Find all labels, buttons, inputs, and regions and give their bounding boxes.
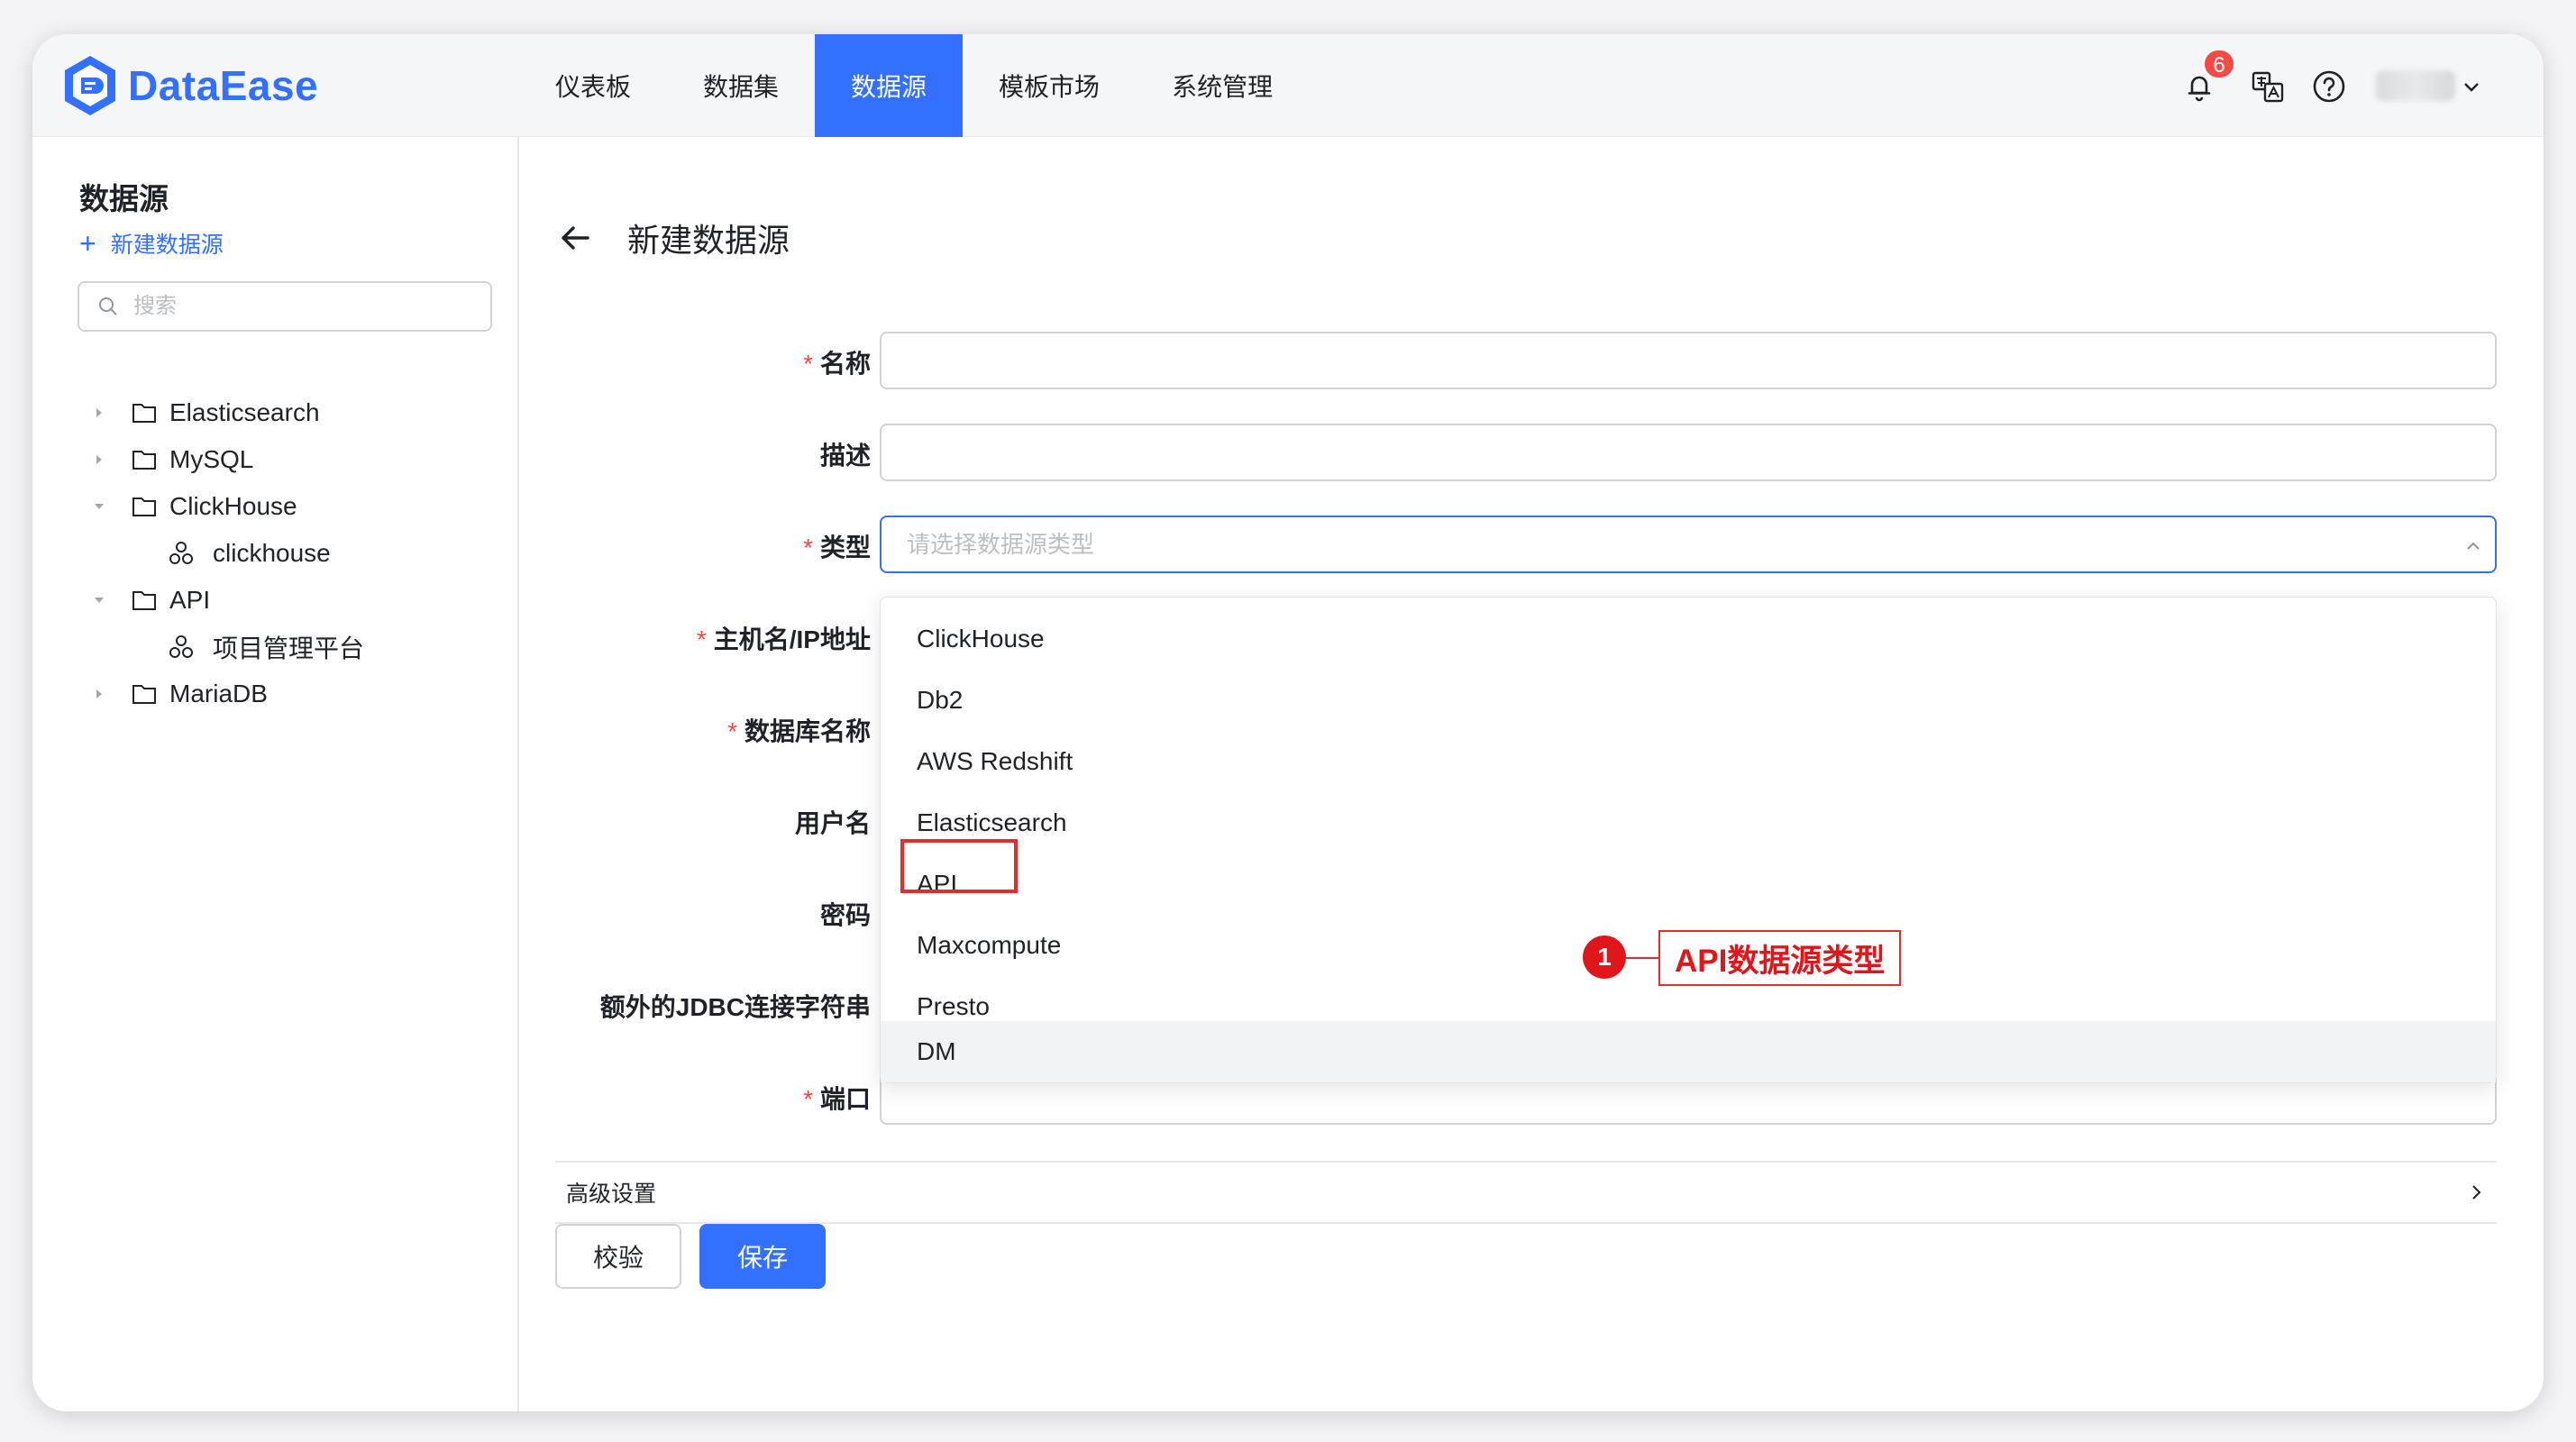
- nav-dataset[interactable]: 数据集: [667, 34, 815, 137]
- app-name: DataEase: [128, 62, 319, 109]
- tree-item-label: MariaDB: [169, 680, 268, 707]
- name-label: * 名称: [803, 350, 871, 378]
- nav-dashboard[interactable]: 仪表板: [519, 34, 667, 137]
- nav-datasource[interactable]: 数据源: [815, 34, 964, 137]
- datasource-node-icon: [169, 635, 193, 658]
- tree-item-label: API: [169, 586, 211, 614]
- tree-item-mysql[interactable]: MySQL: [92, 440, 253, 479]
- caret-down-icon[interactable]: [92, 593, 106, 607]
- dataease-logo-icon: [65, 56, 115, 115]
- new-datasource-label: 新建数据源: [110, 233, 224, 258]
- new-datasource-button[interactable]: + 新建数据源: [79, 227, 224, 260]
- caret-down-icon[interactable]: [92, 499, 106, 514]
- top-nav-bar: DataEase 仪表板 数据集 数据源 模板市场 系统管理 6: [32, 34, 2544, 137]
- page-title: 新建数据源: [627, 222, 790, 259]
- tree-item-label: ClickHouse: [169, 492, 297, 520]
- advanced-settings-label: 高级设置: [566, 1182, 657, 1207]
- tree-item-project-platform[interactable]: 项目管理平台: [168, 627, 364, 667]
- required-marker: *: [803, 534, 813, 561]
- main-content: 新建数据源 *名称 描述 *类型 *主机名/IP地址 *数据库名称: [519, 137, 2544, 1411]
- app-logo[interactable]: DataEase: [61, 52, 318, 119]
- tree-item-elasticsearch[interactable]: Elasticsearch: [92, 393, 320, 433]
- chevron-up-icon: [2467, 542, 2480, 550]
- caret-right-icon[interactable]: [92, 687, 106, 701]
- chevron-right-icon: [2472, 1185, 2481, 1200]
- tree-item-clickhouse-folder[interactable]: ClickHouse: [92, 487, 297, 526]
- folder-icon: [132, 685, 156, 704]
- required-marker: *: [803, 1085, 813, 1113]
- type-select-input[interactable]: [882, 517, 2495, 571]
- advanced-settings[interactable]: 高级设置: [555, 1161, 2497, 1224]
- folder-icon: [132, 497, 156, 516]
- name-input[interactable]: [882, 333, 2495, 388]
- tree-item-api-folder[interactable]: API: [92, 580, 210, 620]
- jdbc-label: 额外的JDBC连接字符串: [599, 993, 871, 1021]
- description-field: [880, 424, 2497, 481]
- description-input[interactable]: [882, 425, 2495, 479]
- database-label: * 数据库名称: [727, 717, 871, 745]
- translate-icon[interactable]: [2250, 68, 2286, 105]
- back-arrow-icon[interactable]: [555, 218, 595, 258]
- required-marker: *: [727, 717, 737, 745]
- save-button[interactable]: 保存: [699, 1224, 826, 1289]
- type-dropdown: ClickHouse Db2 AWS Redshift Elasticsearc…: [880, 597, 2497, 1083]
- tree-item-label: clickhouse: [213, 539, 331, 567]
- user-avatar[interactable]: [2376, 70, 2455, 101]
- option-dm[interactable]: DM: [881, 1021, 2496, 1082]
- sidebar-search: [78, 281, 492, 332]
- sidebar-title: 数据源: [79, 182, 169, 215]
- required-marker: *: [696, 625, 707, 653]
- datasource-node-icon: [169, 542, 193, 564]
- annotation-callout: API数据源类型: [1658, 930, 1902, 986]
- help-icon[interactable]: [2311, 68, 2347, 105]
- plus-icon: +: [79, 227, 96, 260]
- password-label: 密码: [819, 901, 871, 929]
- caret-right-icon[interactable]: [92, 452, 106, 467]
- main-nav: 仪表板 数据集 数据源 模板市场 系统管理: [519, 34, 1309, 137]
- folder-icon: [132, 404, 156, 423]
- sidebar: 数据源 + 新建数据源 Elasticsearch MySQL ClickH: [32, 137, 519, 1411]
- name-field: [880, 332, 2497, 389]
- option-elasticsearch[interactable]: Elasticsearch: [881, 792, 2496, 853]
- app-window: DataEase 仪表板 数据集 数据源 模板市场 系统管理 6 数据源 + 新…: [32, 34, 2544, 1411]
- nav-system-management[interactable]: 系统管理: [1136, 34, 1309, 137]
- option-db2[interactable]: Db2: [881, 670, 2496, 731]
- description-label: 描述: [819, 442, 871, 470]
- notification-badge: 6: [2203, 49, 2235, 79]
- tree-item-label: 项目管理平台: [213, 634, 365, 662]
- folder-icon: [132, 591, 156, 610]
- tree-item-mariadb[interactable]: MariaDB: [92, 674, 268, 714]
- tree-item-label: Elasticsearch: [169, 398, 320, 426]
- username-label: 用户名: [794, 809, 871, 837]
- tree-item-label: MySQL: [169, 445, 254, 473]
- tree-item-clickhouse[interactable]: clickhouse: [168, 534, 331, 573]
- option-aws-redshift[interactable]: AWS Redshift: [881, 731, 2496, 792]
- required-marker: *: [803, 350, 813, 378]
- nav-template-market[interactable]: 模板市场: [963, 34, 1136, 137]
- host-label: * 主机名/IP地址: [696, 625, 871, 653]
- annotation-number: 1: [1583, 935, 1626, 979]
- search-icon: [99, 297, 117, 315]
- port-label: * 端口: [803, 1085, 871, 1113]
- chevron-down-icon[interactable]: [2461, 76, 2482, 97]
- option-clickhouse[interactable]: ClickHouse: [881, 608, 2496, 670]
- option-api[interactable]: API: [881, 853, 2496, 915]
- type-label: * 类型: [803, 534, 871, 561]
- annotation-connector: [1626, 957, 1660, 959]
- search-input[interactable]: [132, 293, 474, 320]
- folder-icon: [132, 451, 156, 470]
- type-select[interactable]: [880, 516, 2497, 573]
- check-button[interactable]: 校验: [555, 1224, 681, 1289]
- caret-right-icon[interactable]: [92, 406, 106, 420]
